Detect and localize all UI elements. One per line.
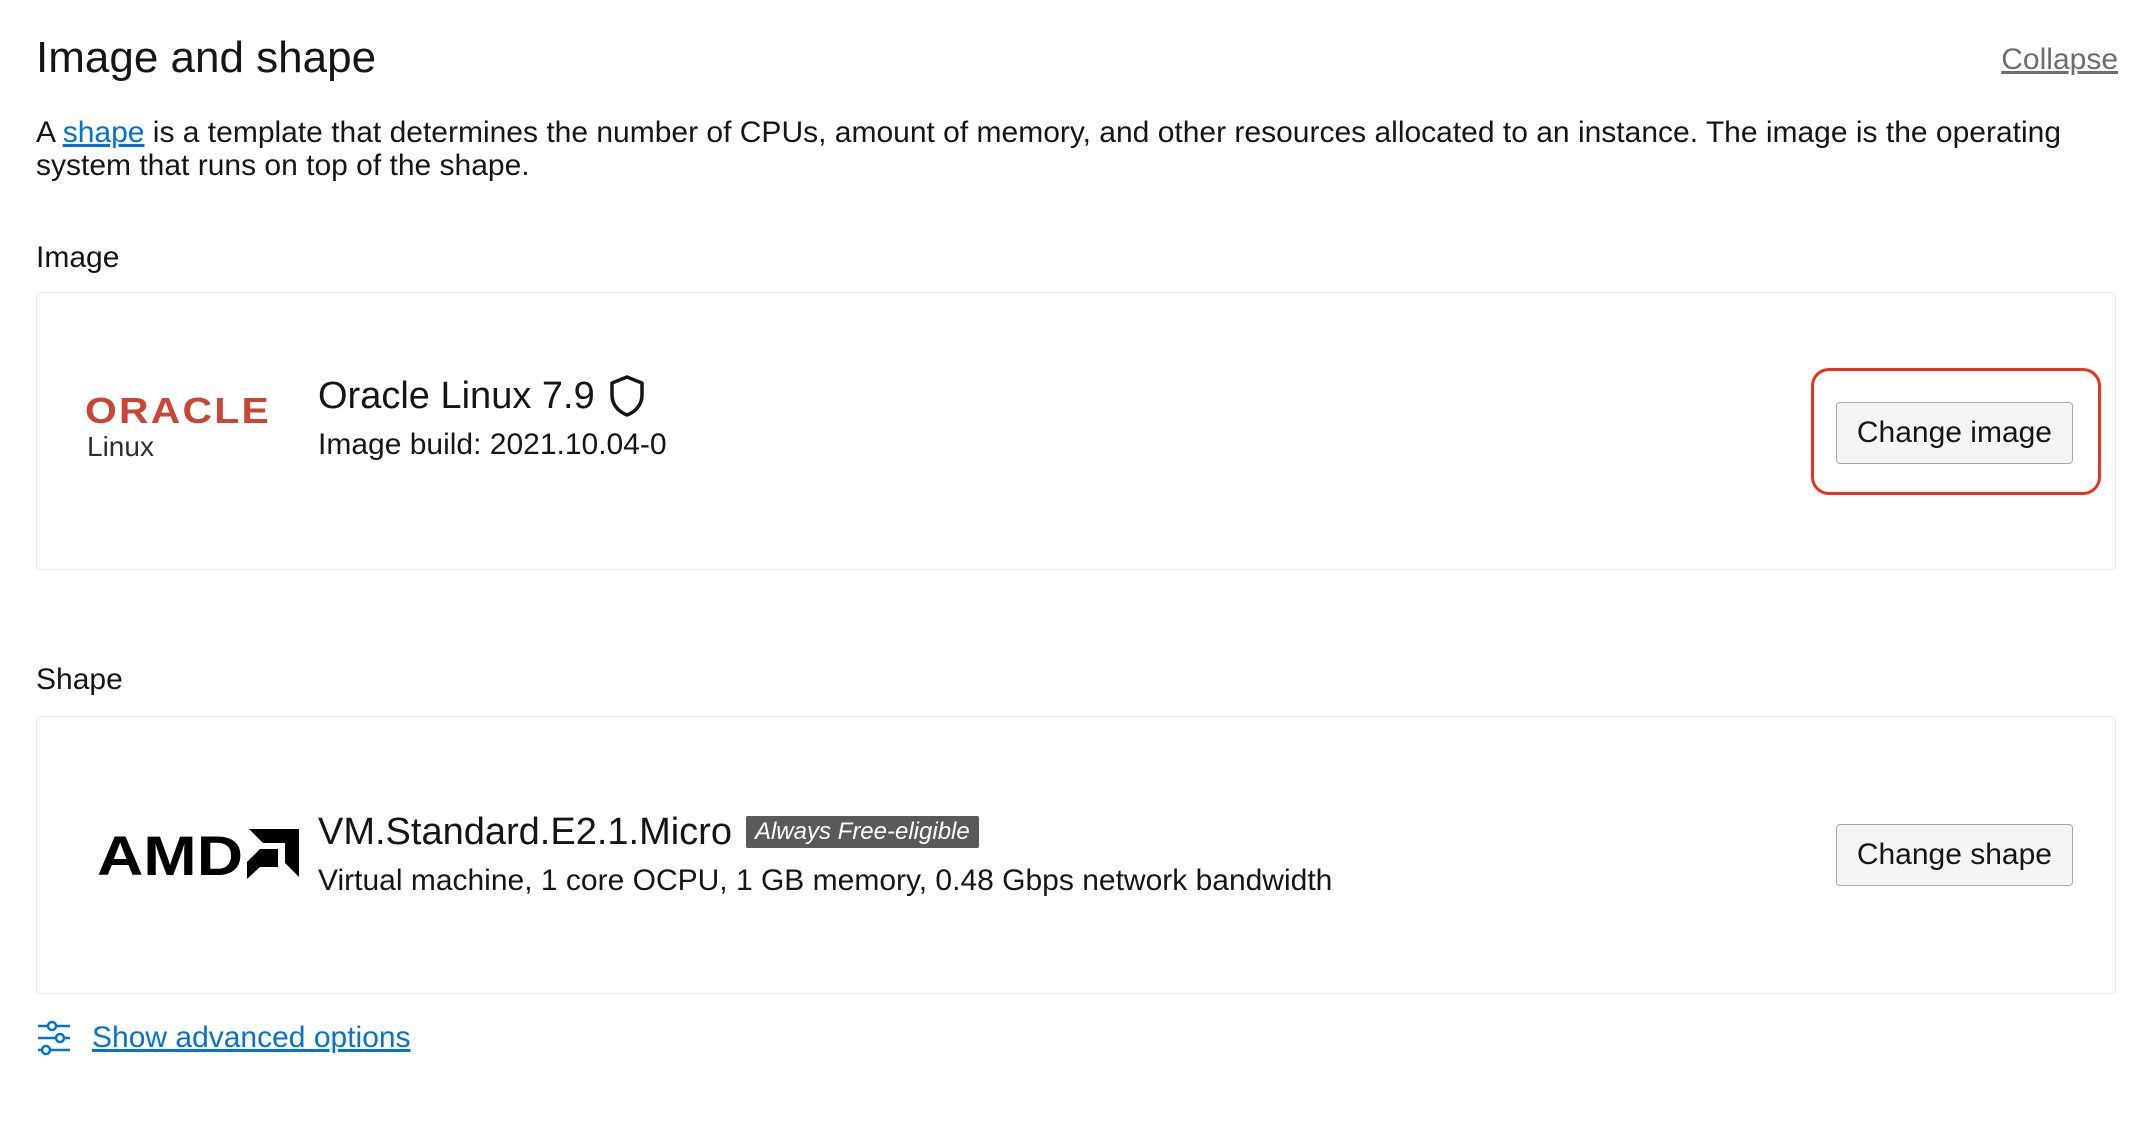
oracle-linux-logo: ORACLE Linux [85,393,275,463]
show-advanced-options-link[interactable]: Show advanced options [92,1018,411,1058]
collapse-link[interactable]: Collapse [2001,40,2118,80]
shape-card: AMD VM.Standard.E2.1.Micro Always Free-e… [36,716,2116,994]
image-info: Oracle Linux 7.9 Image build: 2021.10.04… [318,373,667,463]
oracle-wordmark: ORACLE [85,393,271,427]
always-free-badge: Always Free-eligible [745,816,979,848]
shape-name-row: VM.Standard.E2.1.Micro Always Free-eligi… [318,809,1332,855]
shield-icon [609,375,644,417]
oracle-logo-sub: Linux [87,431,154,462]
shape-info: VM.Standard.E2.1.Micro Always Free-eligi… [318,809,1332,899]
image-and-shape-panel: Image and shape Collapse A shape is a te… [0,0,2138,1122]
shape-name: VM.Standard.E2.1.Micro [318,811,732,853]
change-shape-button[interactable]: Change shape [1835,824,2073,886]
image-section-label: Image [36,241,120,274]
image-name-row: Oracle Linux 7.9 [318,373,667,419]
section-description: A shape is a template that determines th… [36,116,2116,182]
shape-help-link[interactable]: shape [63,116,145,149]
description-suffix: is a template that determines the number… [36,116,2062,182]
image-card: ORACLE Linux Oracle Linux 7.9 Image buil… [36,292,2116,570]
oracle-wordmark-text: ORACLE [85,393,271,427]
amd-logo: AMD [97,829,299,879]
image-build: Image build: 2021.10.04-0 [318,428,667,461]
shape-section-label: Shape [36,663,123,696]
show-advanced-options[interactable]: Show advanced options [36,1018,411,1058]
image-name: Oracle Linux 7.9 [318,375,595,417]
amd-wordmark-text: AMD [97,829,243,879]
description-prefix: A [36,116,63,149]
amd-arrow-mark [247,829,299,879]
sliders-icon [38,1020,70,1056]
change-image-button[interactable]: Change image [1835,402,2073,464]
section-title: Image and shape [36,33,377,82]
shape-details: Virtual machine, 1 core OCPU, 1 GB memor… [318,864,1333,897]
